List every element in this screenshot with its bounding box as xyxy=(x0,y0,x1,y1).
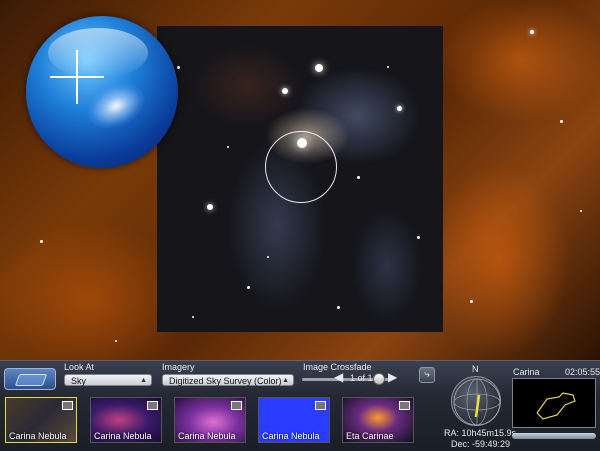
image-badge-icon xyxy=(147,401,158,410)
ra-readout: RA: 10h45m15.9s xyxy=(444,428,517,438)
crossfade-slider-knob[interactable] xyxy=(373,373,385,385)
view-reticle xyxy=(265,131,337,203)
share-button[interactable]: ⤷ xyxy=(419,367,435,383)
image-badge-icon xyxy=(399,401,410,410)
image-badge-icon xyxy=(62,401,73,410)
imagery-label: Imagery xyxy=(162,362,195,372)
imagery-value: Digitized Sky Survey (Color) xyxy=(169,376,282,386)
chevron-down-icon: ▲︎ xyxy=(282,377,289,384)
dec-readout: Dec: -59:49:29 xyxy=(451,439,511,449)
next-arrow-icon[interactable]: ▶︎ xyxy=(388,370,397,384)
thumbnail-label: Carina Nebula xyxy=(262,431,320,441)
thumbnail-item[interactable]: Carina Nebula xyxy=(258,397,330,443)
thumbnail-item[interactable]: Carina Nebula xyxy=(174,397,246,443)
constellation-name: Carina xyxy=(513,367,540,377)
thumbnail-item[interactable]: Carina Nebula xyxy=(90,397,162,443)
globe-grid-icon xyxy=(453,378,501,426)
thumbnail-label: Carina Nebula xyxy=(94,431,152,441)
constellation-minimap[interactable] xyxy=(512,378,596,428)
clock: 02:05:55 xyxy=(565,367,600,377)
chevron-down-icon: ▲︎ xyxy=(140,377,147,384)
timeline-scrollbar[interactable] xyxy=(512,433,596,439)
constellation-outline-icon xyxy=(536,392,576,420)
thumbnail-label: Carina Nebula xyxy=(9,431,67,441)
view-mode-button[interactable] xyxy=(4,368,56,390)
image-badge-icon xyxy=(231,401,242,410)
compass-globe[interactable] xyxy=(451,376,501,426)
thumbnail-item[interactable]: Eta Carinae xyxy=(342,397,414,443)
look-at-value: Sky xyxy=(71,376,87,386)
look-at-dropdown[interactable]: Sky ▲︎ xyxy=(64,374,152,386)
share-icon: ⤷ xyxy=(424,369,430,380)
thumbnail-label: Carina Nebula xyxy=(178,431,236,441)
prev-arrow-icon[interactable]: ◀︎ xyxy=(334,370,343,384)
app-logo-orb xyxy=(26,16,178,168)
image-badge-icon xyxy=(315,401,326,410)
galaxy-graphic xyxy=(80,75,152,137)
star-flare-icon xyxy=(50,50,104,104)
compass-north-label: N xyxy=(472,364,479,374)
thumbnail-label: Eta Carinae xyxy=(346,431,394,441)
thumbnail-item[interactable]: Carina Nebula xyxy=(5,397,77,443)
crossfade-page: 1 of 1 xyxy=(350,373,373,383)
imagery-dropdown[interactable]: Digitized Sky Survey (Color) ▲︎ xyxy=(162,374,294,386)
look-at-label: Look At xyxy=(64,362,95,372)
mode-icon xyxy=(14,374,48,386)
